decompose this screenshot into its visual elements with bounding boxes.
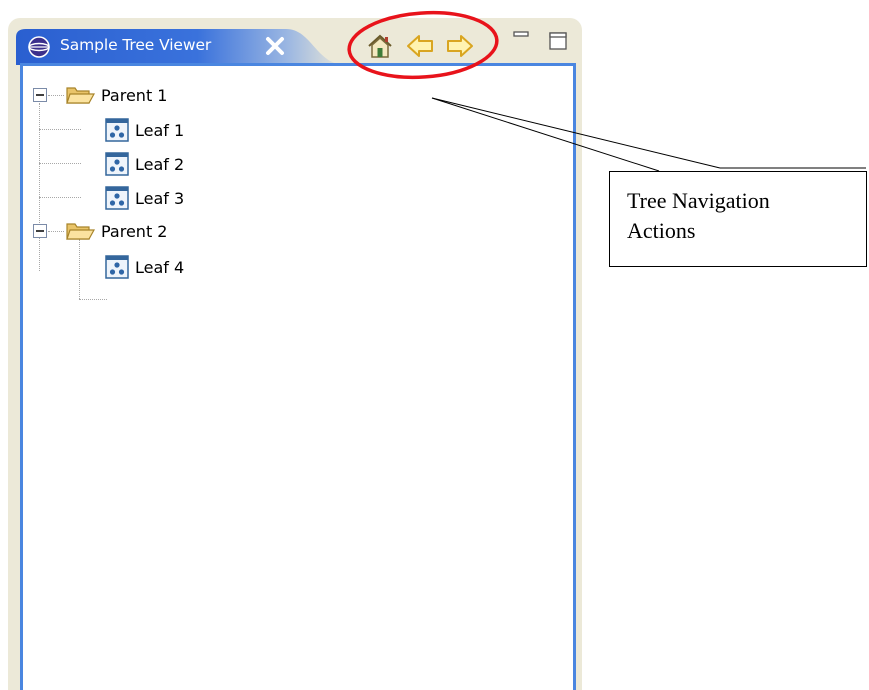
minimize-icon[interactable] (512, 28, 532, 48)
leaf-node-icon (105, 255, 129, 279)
tree-node-label: Parent 1 (101, 85, 168, 105)
collapse-toggle-icon[interactable] (33, 224, 47, 238)
tree-guide-line (48, 95, 64, 96)
home-button[interactable] (364, 30, 396, 62)
tree-node-leaf-4[interactable]: Leaf 4 (105, 252, 184, 282)
tree-node-label: Leaf 2 (135, 154, 185, 174)
tree-guide-line (39, 197, 81, 198)
callout-text: Tree Navigation Actions (627, 186, 770, 246)
tree-node-label: Leaf 1 (135, 120, 185, 140)
close-icon[interactable] (264, 35, 286, 57)
tree-guide-line (39, 163, 81, 164)
back-button[interactable] (404, 30, 436, 62)
leaf-node-icon (105, 186, 129, 210)
tree-guide-line (48, 231, 64, 232)
maximize-icon[interactable] (548, 30, 570, 52)
tree-content[interactable]: Parent 1 Leaf 1 Leaf 2 Leaf 3 Parent 2 L… (20, 63, 576, 690)
home-icon (368, 34, 392, 58)
tree-node-label: Leaf 4 (135, 257, 185, 277)
tree-node-label: Leaf 3 (135, 188, 185, 208)
callout-box: Tree Navigation Actions (609, 171, 867, 267)
collapse-toggle-icon[interactable] (33, 88, 47, 102)
leaf-node-icon (105, 152, 129, 176)
tree-node-leaf-3[interactable]: Leaf 3 (105, 183, 184, 213)
tree-node-parent-2[interactable]: Parent 2 (65, 216, 167, 246)
forward-arrow-icon (447, 35, 473, 57)
back-arrow-icon (407, 35, 433, 57)
folder-open-icon (66, 87, 95, 104)
tree-node-parent-1[interactable]: Parent 1 (65, 80, 167, 110)
tree-node-leaf-2[interactable]: Leaf 2 (105, 149, 184, 179)
leaf-node-icon (105, 118, 129, 142)
screenshot-stage: Sample Tree Viewer Parent 1 Leaf 1 Leaf … (0, 0, 869, 690)
tree-guide-line (79, 299, 107, 300)
tree-node-leaf-1[interactable]: Leaf 1 (105, 115, 184, 145)
tree-node-label: Parent 2 (101, 221, 168, 241)
folder-open-icon (66, 223, 95, 240)
callout-line-1: Tree Navigation (627, 188, 770, 213)
view-title: Sample Tree Viewer (60, 36, 212, 54)
tree-guide-line (79, 239, 80, 299)
forward-button[interactable] (444, 30, 476, 62)
tree-guide-line (39, 129, 81, 130)
tree-navigation-toolbar (364, 28, 476, 64)
globe-icon (28, 36, 50, 58)
callout-line-2: Actions (627, 218, 696, 243)
